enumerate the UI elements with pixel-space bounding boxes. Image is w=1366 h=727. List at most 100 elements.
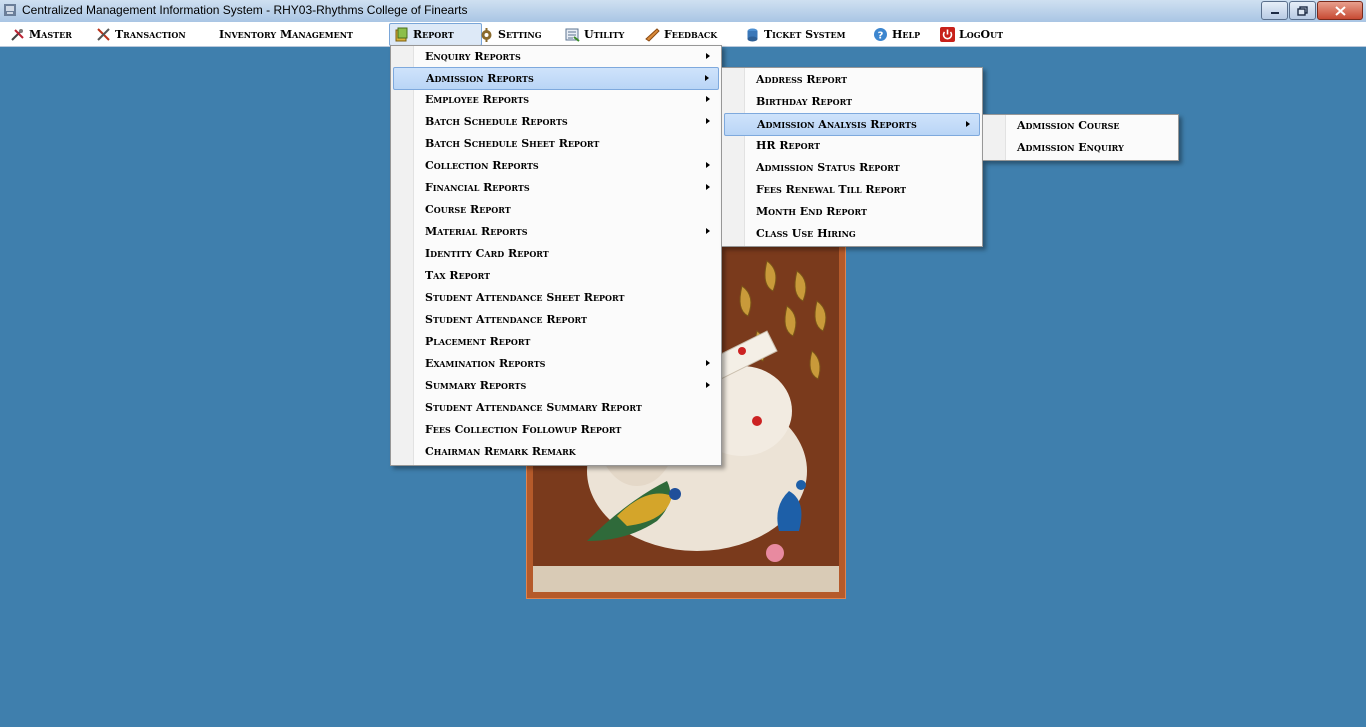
- menu-item-label: Admission Enquiry: [1017, 141, 1124, 154]
- menu-item-tax-report[interactable]: Tax Report: [393, 265, 719, 286]
- close-icon: [1334, 5, 1346, 16]
- menu-item-label: Summary Reports: [425, 379, 527, 392]
- menu-item-label: Batch Schedule Reports: [425, 115, 568, 128]
- menu-item-label: Collection Reports: [425, 159, 539, 172]
- gear-icon: [481, 27, 492, 42]
- menu-item-material-reports[interactable]: Material Reports: [393, 221, 719, 242]
- window-title: Centralized Management Information Syste…: [22, 3, 468, 17]
- restore-icon: [1297, 5, 1308, 16]
- menu-report-label: Report: [413, 28, 454, 41]
- menu-item-label: Material Reports: [425, 225, 528, 238]
- menu-item-label: Enquiry Reports: [425, 50, 521, 63]
- submenu-arrow-icon: [706, 360, 710, 366]
- admission-analysis-submenu: Admission Course Admission Enquiry: [982, 114, 1179, 161]
- minimize-button[interactable]: [1261, 1, 1288, 20]
- menu-master[interactable]: Master: [10, 24, 72, 44]
- menu-item-student-attendance-report[interactable]: Student Attendance Report: [393, 309, 719, 330]
- menu-item-birthday-report[interactable]: Birthday Report: [724, 91, 980, 112]
- menu-item-label: Birthday Report: [756, 95, 853, 108]
- menu-item-financial-reports[interactable]: Financial Reports: [393, 177, 719, 198]
- submenu-arrow-icon: [706, 118, 710, 124]
- submenu-arrow-icon: [706, 162, 710, 168]
- menu-item-identity-card-report[interactable]: Identity Card Report: [393, 243, 719, 264]
- app-icon: [4, 4, 16, 16]
- tools-icon: [11, 28, 24, 41]
- utility-icon: [565, 28, 580, 42]
- menu-item-label: Admission Status Report: [756, 161, 900, 174]
- menu-item-admission-reports[interactable]: Admission Reports: [393, 67, 719, 90]
- menu-item-examination-reports[interactable]: Examination Reports: [393, 353, 719, 374]
- ticket-icon: [747, 28, 758, 41]
- menu-help[interactable]: ? Help: [873, 24, 920, 44]
- minimize-icon: [1270, 11, 1279, 14]
- menu-item-student-attendance-sheet-report[interactable]: Student Attendance Sheet Report: [393, 287, 719, 308]
- menu-setting-label: Setting: [498, 27, 542, 41]
- menu-inventory-management[interactable]: Inventory Management: [219, 24, 353, 44]
- menu-item-address-report[interactable]: Address Report: [724, 69, 980, 90]
- help-icon: ?: [874, 27, 887, 41]
- submenu-arrow-icon: [706, 184, 710, 190]
- menu-item-label: Chairman Remark Remark: [425, 445, 576, 458]
- menu-utility-label: Utility: [584, 27, 625, 41]
- menu-logout[interactable]: LogOut: [940, 24, 1003, 44]
- menu-item-label: Identity Card Report: [425, 247, 549, 260]
- report-icon: [395, 27, 408, 42]
- admission-reports-submenu: Address Report Birthday Report Admission…: [721, 67, 983, 247]
- close-button[interactable]: [1317, 1, 1363, 20]
- menu-item-student-attendance-summary-report[interactable]: Student Attendance Summary Report: [393, 397, 719, 418]
- menu-item-admission-status-report[interactable]: Admission Status Report: [724, 157, 980, 178]
- menu-inventory-label: Inventory Management: [219, 27, 353, 41]
- svg-text:?: ?: [878, 30, 884, 41]
- menu-ticket-system[interactable]: Ticket System: [745, 24, 845, 44]
- menu-item-collection-reports[interactable]: Collection Reports: [393, 155, 719, 176]
- submenu-arrow-icon: [706, 96, 710, 102]
- menu-transaction[interactable]: Transaction: [96, 24, 186, 44]
- menu-item-label: Placement Report: [425, 335, 531, 348]
- menu-feedback[interactable]: Feedback: [645, 24, 717, 44]
- menu-item-label: Admission Course: [1017, 119, 1120, 132]
- feedback-icon: [645, 27, 660, 42]
- menu-item-admission-enquiry[interactable]: Admission Enquiry: [985, 137, 1176, 158]
- menu-item-placement-report[interactable]: Placement Report: [393, 331, 719, 352]
- menu-item-label: Course Report: [425, 203, 511, 216]
- menu-report[interactable]: Report: [389, 23, 482, 46]
- submenu-arrow-icon: [706, 228, 710, 234]
- menu-item-employee-reports[interactable]: Employee Reports: [393, 89, 719, 110]
- menu-item-batch-schedule-sheet-report[interactable]: Batch Schedule Sheet Report: [393, 133, 719, 154]
- menu-item-label: Employee Reports: [425, 93, 530, 106]
- report-dropdown-menu: Enquiry Reports Admission Reports Employ…: [390, 45, 722, 466]
- menu-bar: Master Transaction Inventory Management …: [0, 22, 1366, 47]
- menu-item-course-report[interactable]: Course Report: [393, 199, 719, 220]
- menu-item-label: Fees Renewal Till Report: [756, 183, 907, 196]
- menu-item-fees-collection-followup-report[interactable]: Fees Collection Followup Report: [393, 419, 719, 440]
- menu-item-label: Class Use Hiring: [756, 227, 856, 240]
- menu-item-label: Fees Collection Followup Report: [425, 423, 622, 436]
- menu-item-label: Tax Report: [425, 269, 491, 282]
- menu-item-enquiry-reports[interactable]: Enquiry Reports: [393, 46, 719, 67]
- menu-item-label: Examination Reports: [425, 357, 546, 370]
- menu-item-admission-analysis-reports[interactable]: Admission Analysis Reports: [724, 113, 980, 136]
- power-icon: [940, 26, 955, 42]
- menu-feedback-label: Feedback: [664, 27, 718, 41]
- menu-utility[interactable]: Utility: [565, 24, 624, 44]
- menu-item-label: Student Attendance Summary Report: [425, 401, 642, 414]
- submenu-arrow-icon: [706, 382, 710, 388]
- menu-item-batch-schedule-reports[interactable]: Batch Schedule Reports: [393, 111, 719, 132]
- menu-item-month-end-report[interactable]: Month End Report: [724, 201, 980, 222]
- menu-item-summary-reports[interactable]: Summary Reports: [393, 375, 719, 396]
- menu-item-chairman-remark-remark[interactable]: Chairman Remark Remark: [393, 441, 719, 462]
- menu-item-label: HR Report: [756, 139, 821, 152]
- submenu-arrow-icon: [966, 121, 970, 127]
- menu-item-label: Financial Reports: [425, 181, 530, 194]
- menu-item-label: Admission Reports: [426, 72, 534, 85]
- menu-item-admission-course[interactable]: Admission Course: [985, 115, 1176, 136]
- menu-item-hr-report[interactable]: HR Report: [724, 135, 980, 156]
- menu-item-label: Month End Report: [756, 205, 867, 218]
- menu-item-class-use-hiring[interactable]: Class Use Hiring: [724, 223, 980, 244]
- menu-item-fees-renewal-till-report[interactable]: Fees Renewal Till Report: [724, 179, 980, 200]
- cross-tools-icon: [97, 27, 110, 41]
- menu-ticket-system-label: Ticket System: [764, 27, 846, 41]
- menu-setting[interactable]: Setting: [479, 24, 542, 44]
- menu-item-label: Address Report: [756, 73, 848, 86]
- restore-button[interactable]: [1289, 1, 1316, 20]
